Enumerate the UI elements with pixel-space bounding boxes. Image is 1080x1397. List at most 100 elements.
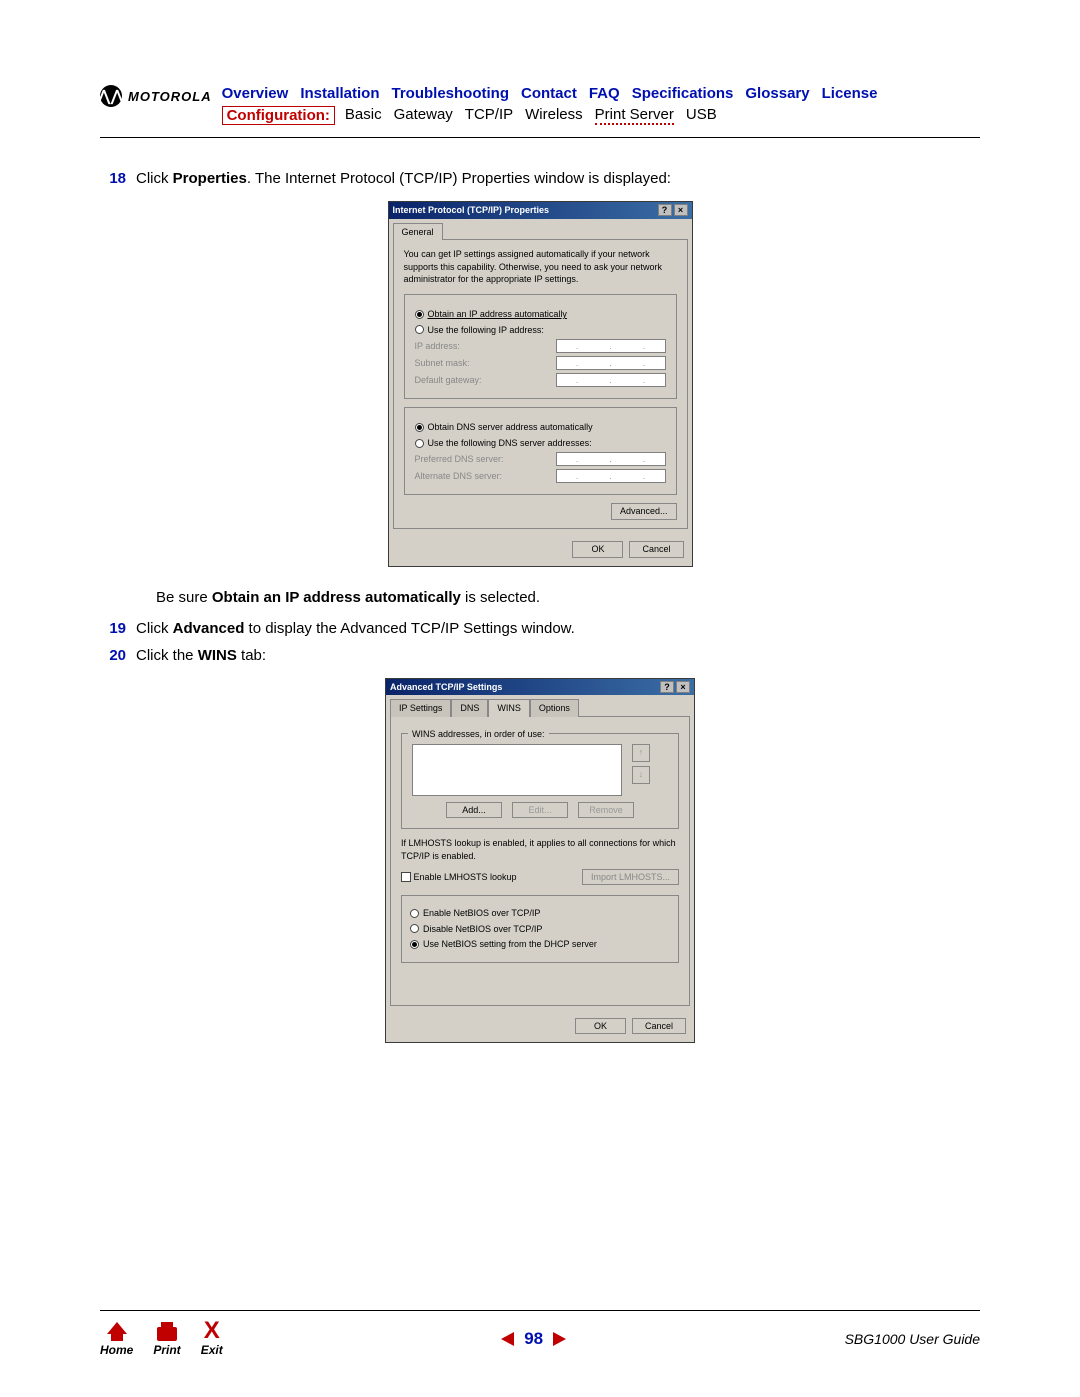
nav-overview[interactable]: Overview xyxy=(222,85,289,102)
step-18: 18 Click Properties. The Internet Protoc… xyxy=(100,168,980,189)
subnav-wireless[interactable]: Wireless xyxy=(525,106,583,125)
nav-license[interactable]: License xyxy=(822,85,878,102)
brand-text: MOTOROLA xyxy=(128,89,212,104)
subnav-gateway[interactable]: Gateway xyxy=(394,106,453,125)
wins-group-title: WINS addresses, in order of use: xyxy=(408,728,549,741)
step-text-pre: Click xyxy=(136,620,173,637)
ok-button[interactable]: OK xyxy=(572,541,623,558)
radio-disable-netbios[interactable] xyxy=(410,924,419,933)
move-up-icon[interactable]: ↑ xyxy=(632,744,650,762)
ip-address-label: IP address: xyxy=(415,340,460,353)
print-label: Print xyxy=(153,1343,180,1357)
configuration-label: Configuration: xyxy=(222,106,335,125)
motorola-icon: ⋀⋀ xyxy=(100,85,122,107)
tab-dns[interactable]: DNS xyxy=(451,699,488,717)
nav-installation[interactable]: Installation xyxy=(300,85,379,102)
advanced-button[interactable]: Advanced... xyxy=(611,503,677,520)
import-lmhosts-button[interactable]: Import LMHOSTS... xyxy=(582,869,679,886)
nav-troubleshooting[interactable]: Troubleshooting xyxy=(392,85,510,102)
brand-logo: ⋀⋀ MOTOROLA xyxy=(100,85,212,107)
radio-auto-ip-label: Obtain an IP address automatically xyxy=(428,308,567,321)
step-number: 18 xyxy=(100,168,126,189)
exit-icon: X xyxy=(204,1321,220,1341)
preferred-dns-label: Preferred DNS server: xyxy=(415,453,504,466)
window-title: Advanced TCP/IP Settings xyxy=(390,681,502,694)
step-19: 19 Click Advanced to display the Advance… xyxy=(100,618,980,639)
footer-divider xyxy=(100,1310,980,1311)
radio-static-ip-label: Use the following IP address: xyxy=(428,324,544,337)
nav-faq[interactable]: FAQ xyxy=(589,85,620,102)
preferred-dns-field[interactable]: ... xyxy=(556,452,666,466)
cancel-button[interactable]: Cancel xyxy=(632,1018,686,1035)
page-nav: 98 xyxy=(501,1329,566,1349)
subnav-printserver[interactable]: Print Server xyxy=(595,106,674,125)
close-icon[interactable]: × xyxy=(674,204,688,216)
alternate-dns-label: Alternate DNS server: xyxy=(415,470,503,483)
ok-button[interactable]: OK xyxy=(575,1018,626,1035)
step-text-pre: Click xyxy=(136,170,173,187)
note-post: is selected. xyxy=(461,589,540,606)
radio-static-dns-label: Use the following DNS server addresses: xyxy=(428,437,592,450)
edit-button[interactable]: Edit... xyxy=(512,802,568,819)
tab-ipsettings[interactable]: IP Settings xyxy=(390,699,451,717)
wins-addresses-list[interactable] xyxy=(412,744,622,796)
radio-dhcp-netbios[interactable] xyxy=(410,940,419,949)
note-bold: Obtain an IP address automatically xyxy=(212,589,461,606)
cancel-button[interactable]: Cancel xyxy=(629,541,683,558)
move-down-icon[interactable]: ↓ xyxy=(632,766,650,784)
nav-specifications[interactable]: Specifications xyxy=(632,85,734,102)
step-number: 19 xyxy=(100,618,126,639)
guide-title: SBG1000 User Guide xyxy=(845,1331,980,1347)
sub-nav: Configuration: Basic Gateway TCP/IP Wire… xyxy=(222,106,980,125)
add-button[interactable]: Add... xyxy=(446,802,502,819)
radio-static-ip[interactable] xyxy=(415,325,424,334)
tab-wins[interactable]: WINS xyxy=(488,699,530,717)
help-icon[interactable]: ? xyxy=(658,204,672,216)
subnet-mask-label: Subnet mask: xyxy=(415,357,470,370)
radio-enable-netbios-label: Enable NetBIOS over TCP/IP xyxy=(423,907,540,920)
note-pre: Be sure xyxy=(156,589,212,606)
step-20: 20 Click the WINS tab: xyxy=(100,645,980,666)
step-text-post: to display the Advanced TCP/IP Settings … xyxy=(244,620,574,637)
prev-page-icon[interactable] xyxy=(501,1332,514,1346)
radio-auto-dns-label: Obtain DNS server address automatically xyxy=(428,421,593,434)
next-page-icon[interactable] xyxy=(553,1332,566,1346)
radio-static-dns[interactable] xyxy=(415,439,424,448)
subnet-mask-field[interactable]: ... xyxy=(556,356,666,370)
step-text-bold: WINS xyxy=(198,647,237,664)
radio-auto-dns[interactable] xyxy=(415,423,424,432)
home-button[interactable]: Home xyxy=(100,1322,133,1357)
top-nav: Overview Installation Troubleshooting Co… xyxy=(222,85,980,102)
header-divider xyxy=(100,137,980,138)
help-icon[interactable]: ? xyxy=(660,681,674,693)
enable-lmhosts-checkbox[interactable] xyxy=(401,872,411,882)
home-label: Home xyxy=(100,1343,133,1357)
subnav-basic[interactable]: Basic xyxy=(345,106,382,125)
print-button[interactable]: Print xyxy=(153,1327,180,1357)
radio-enable-netbios[interactable] xyxy=(410,909,419,918)
close-icon[interactable]: × xyxy=(676,681,690,693)
exit-button[interactable]: X Exit xyxy=(201,1321,223,1357)
window-title: Internet Protocol (TCP/IP) Properties xyxy=(393,204,550,217)
tab-options[interactable]: Options xyxy=(530,699,579,717)
tab-general[interactable]: General xyxy=(393,223,443,241)
step-text-bold: Properties xyxy=(173,170,247,187)
radio-dhcp-netbios-label: Use NetBIOS setting from the DHCP server xyxy=(423,938,597,951)
subnav-tcpip[interactable]: TCP/IP xyxy=(465,106,513,125)
nav-contact[interactable]: Contact xyxy=(521,85,577,102)
alternate-dns-field[interactable]: ... xyxy=(556,469,666,483)
gateway-field[interactable]: ... xyxy=(556,373,666,387)
remove-button[interactable]: Remove xyxy=(578,802,634,819)
step-number: 20 xyxy=(100,645,126,666)
page-number: 98 xyxy=(524,1329,543,1349)
print-icon xyxy=(157,1327,177,1341)
gateway-label: Default gateway: xyxy=(415,374,482,387)
tcpip-description: You can get IP settings assigned automat… xyxy=(404,248,677,286)
lmhosts-description: If LMHOSTS lookup is enabled, it applies… xyxy=(401,837,679,862)
subnav-usb[interactable]: USB xyxy=(686,106,717,125)
nav-glossary[interactable]: Glossary xyxy=(745,85,809,102)
ip-address-field[interactable]: ... xyxy=(556,339,666,353)
tcpip-properties-window: Internet Protocol (TCP/IP) Properties ? … xyxy=(388,201,693,567)
step-text-bold: Advanced xyxy=(173,620,245,637)
radio-auto-ip[interactable] xyxy=(415,310,424,319)
